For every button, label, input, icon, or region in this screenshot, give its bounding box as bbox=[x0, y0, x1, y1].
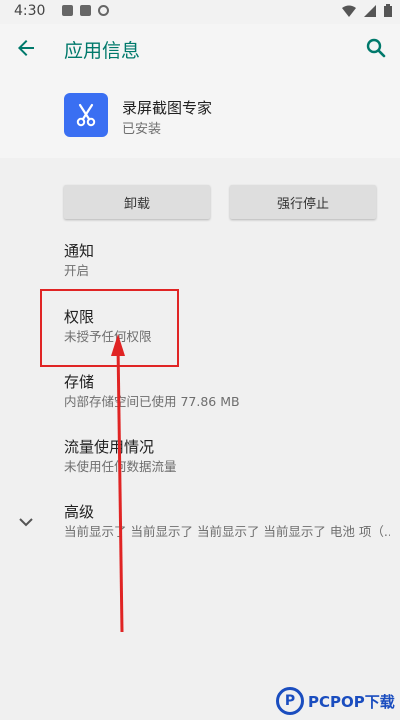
pref-title: 高级 bbox=[64, 503, 95, 521]
pref-title: 存储 bbox=[64, 373, 95, 391]
app-bar: 应用信息 bbox=[0, 24, 400, 72]
app-header: 录屏截图专家 已安装 bbox=[0, 72, 400, 158]
battery-icon bbox=[384, 4, 392, 17]
watermark: P PCPOP下载 bbox=[276, 682, 400, 720]
pref-title: 流量使用情况 bbox=[64, 438, 155, 456]
chevron-down-icon[interactable] bbox=[14, 510, 38, 534]
pref-summary: 当前显示了 当前显示了 当前显示了 当前显示了 电池 项（... bbox=[64, 524, 390, 539]
pref-summary: 内部存储空间已使用 77.86 MB bbox=[64, 394, 240, 409]
pref-storage[interactable]: 存储 内部存储空间已使用 77.86 MB bbox=[64, 372, 390, 411]
annotation-highlight-box bbox=[40, 289, 179, 367]
back-arrow-icon[interactable] bbox=[14, 36, 38, 60]
force-stop-button[interactable]: 强行停止 bbox=[230, 185, 376, 219]
pref-summary: 未使用任何数据流量 bbox=[64, 459, 177, 474]
notification-app-icon bbox=[62, 5, 73, 16]
pref-summary: 开启 bbox=[64, 263, 90, 278]
pref-title: 通知 bbox=[64, 242, 95, 260]
app-icon bbox=[64, 93, 108, 137]
signal-icon bbox=[364, 4, 376, 17]
watermark-logo: P bbox=[276, 687, 304, 715]
pref-notifications[interactable]: 通知 开启 bbox=[64, 241, 390, 280]
app-name: 录屏截图专家 bbox=[122, 99, 213, 117]
notification-app-icon bbox=[80, 5, 91, 16]
search-icon[interactable] bbox=[364, 36, 388, 60]
notification-icons bbox=[62, 5, 109, 16]
pref-advanced[interactable]: 高级 当前显示了 当前显示了 当前显示了 当前显示了 电池 项（... bbox=[64, 502, 390, 541]
scissors-icon bbox=[76, 103, 96, 127]
status-time: 4:30 bbox=[14, 3, 46, 19]
wifi-icon bbox=[342, 5, 356, 17]
settings-list: 卸载 强行停止 通知 开启 权限 未授予任何权限 存储 内部存储空间已使用 77… bbox=[0, 158, 400, 720]
pref-data-usage[interactable]: 流量使用情况 未使用任何数据流量 bbox=[64, 437, 390, 476]
uninstall-button[interactable]: 卸载 bbox=[64, 185, 210, 219]
system-icons bbox=[342, 4, 392, 17]
watermark-text: PCPOP下载 bbox=[308, 692, 395, 711]
status-bar: 4:30 bbox=[0, 0, 400, 24]
app-install-status: 已安装 bbox=[122, 122, 162, 137]
page-title: 应用信息 bbox=[64, 40, 141, 62]
sync-icon bbox=[98, 5, 109, 16]
